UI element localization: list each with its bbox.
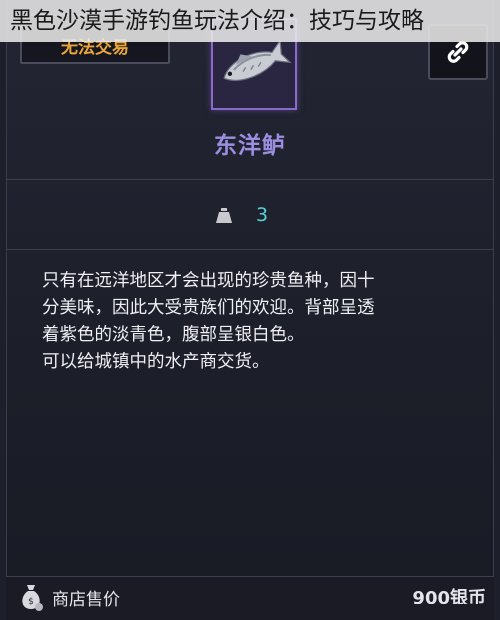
description-line: 分美味，因此大受贵族们的欢迎。背部呈透	[42, 298, 375, 318]
link-icon	[447, 41, 469, 63]
svg-text:$: $	[28, 597, 34, 607]
shop-price-label: 商店售价	[52, 589, 120, 610]
shop-price-row: $ 商店售价	[18, 580, 120, 614]
weight-row: 3	[214, 200, 268, 230]
divider	[6, 179, 494, 180]
description-line: 着紫色的淡青色，腹部呈银白色。	[42, 325, 305, 345]
weight-icon	[216, 208, 232, 223]
description-line: 只有在远洋地区才会出现的珍贵鱼种，因十	[42, 271, 375, 291]
item-name: 东洋鲈	[214, 133, 286, 159]
fish-icon	[223, 38, 292, 81]
money-bag-icon: $	[22, 585, 43, 611]
item-description: 只有在远洋地区才会出现的珍贵鱼种，因十 分美味，因此大受贵族们的欢迎。背部呈透 …	[42, 268, 462, 376]
weight-value: 3	[256, 204, 269, 226]
shop-price-value: 900银币	[412, 588, 486, 604]
article-caption: 黑色沙漠手游钓鱼玩法介绍：技巧与攻略	[0, 0, 500, 42]
divider	[6, 249, 494, 250]
description-line: 可以给城镇中的水产商交货。	[42, 352, 270, 372]
